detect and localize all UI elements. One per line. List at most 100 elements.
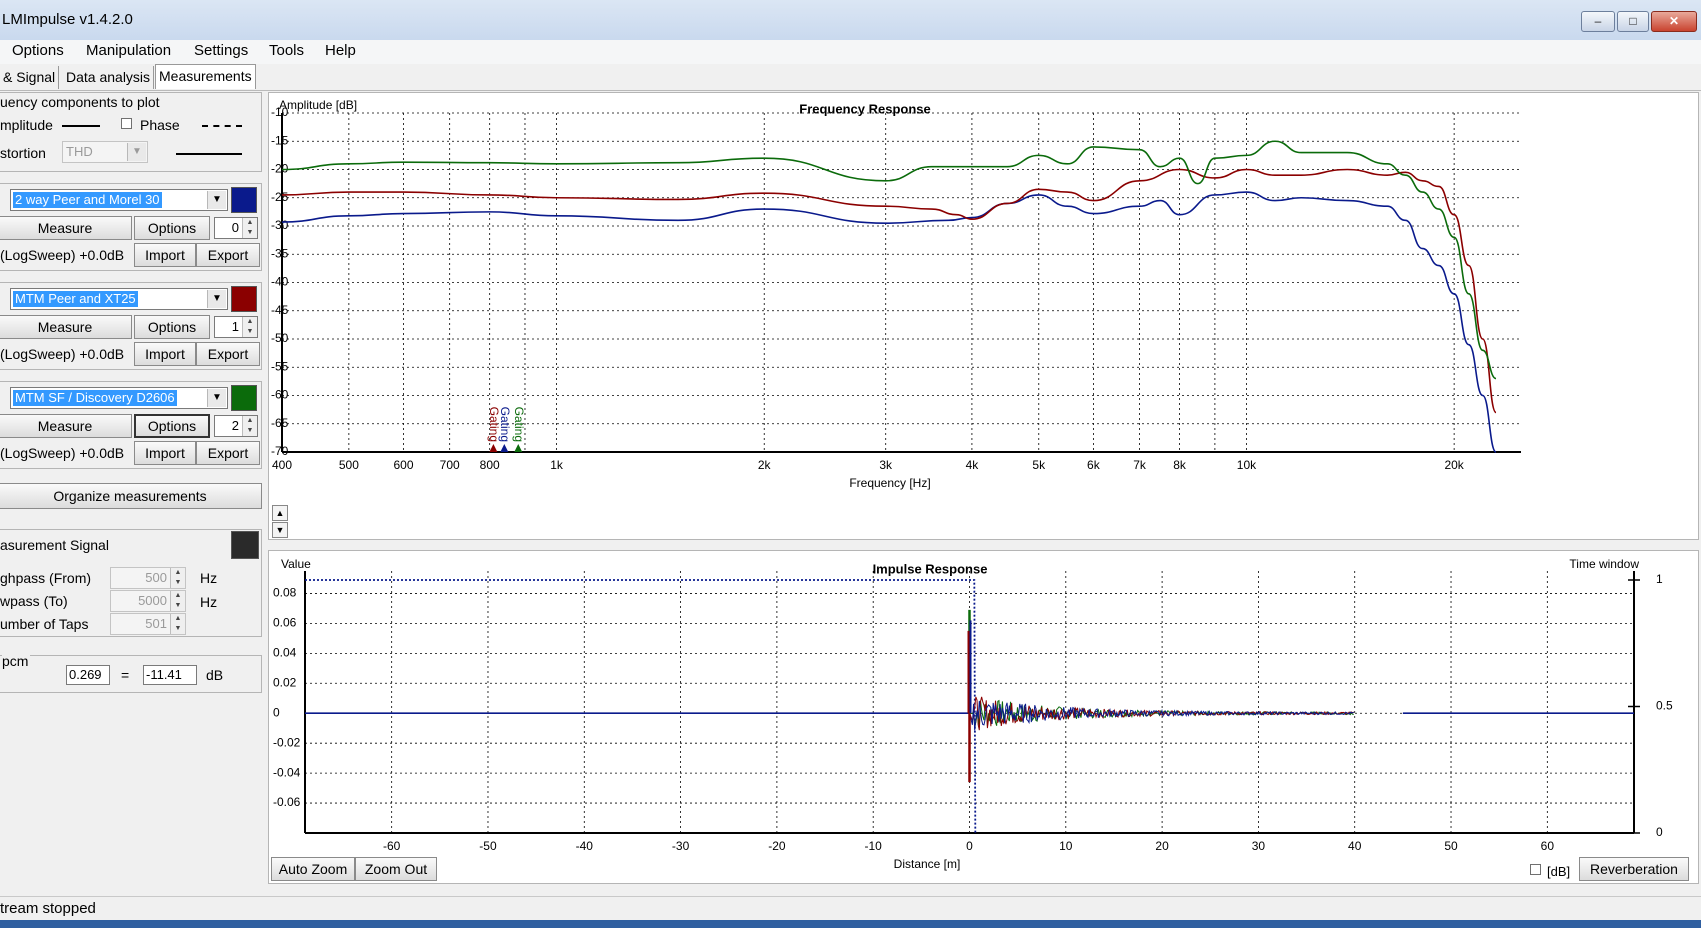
options-button-0[interactable]: Options: [134, 216, 210, 240]
index-value: 1: [231, 319, 239, 334]
ir-xtick-label: 0: [966, 839, 973, 853]
export-button-0[interactable]: Export: [196, 243, 260, 267]
frequency-response-chart[interactable]: Amplitude [dB] Frequency Response -10 -15 -2…: [269, 93, 1698, 539]
ir-ytick-label: 0.02: [273, 675, 297, 689]
measure-button-0[interactable]: Measure: [0, 216, 132, 240]
ir-ytick-label: -0.06: [273, 795, 301, 809]
ir-ylabel: Value: [281, 557, 311, 571]
measurement-select-1[interactable]: MTM Peer and XT25 ▼: [10, 288, 228, 310]
fr-xtick-label: 500: [339, 458, 359, 472]
ir-xtick-label: 50: [1444, 839, 1458, 853]
measurement-signal-panel: asurement Signal ghpass (From) 500 ▲ ▼ Hz …: [0, 529, 262, 637]
fr-xtick-label: 8k: [1173, 458, 1187, 472]
signal-color[interactable]: [231, 531, 259, 559]
tab-data-analysis[interactable]: Data analysis: [63, 66, 155, 89]
measurement-select-0[interactable]: 2 way Peer and Morel 30 ▼: [10, 189, 228, 211]
fr-xtick-label: 3k: [879, 458, 893, 472]
ir-y2tick-label: 1: [1656, 572, 1663, 586]
fr-xtick-label: 4k: [966, 458, 980, 472]
gating-label: Gating: [498, 407, 512, 442]
maximize-button[interactable]: □: [1617, 11, 1649, 32]
fr-ytick-label: -15: [271, 133, 289, 147]
ir-xtick-label: 60: [1541, 839, 1555, 853]
fr-ytick-label: -60: [271, 388, 289, 402]
organize-measurements-button[interactable]: Organize measurements: [0, 483, 262, 509]
options-button-1[interactable]: Options: [134, 315, 210, 339]
taps-input[interactable]: 501 ▲ ▼: [110, 613, 186, 635]
measure-button-2[interactable]: Measure: [0, 414, 132, 438]
ir-xtick-label: -40: [576, 839, 594, 853]
ir-ytick-label: 0: [273, 705, 280, 719]
measurement-select-2[interactable]: MTM SF / Discovery D2606 ▼: [10, 387, 228, 409]
chevron-down-icon: ▼: [207, 290, 226, 308]
fr-xtick-label: 20k: [1444, 458, 1464, 472]
ir-xtick-label: -30: [672, 839, 690, 853]
import-button-0[interactable]: Import: [134, 243, 196, 267]
db-unit-label: dB: [206, 667, 224, 683]
fr-ytick-label: -55: [271, 359, 289, 373]
menu-tools[interactable]: Tools: [265, 42, 308, 59]
export-button-2[interactable]: Export: [196, 441, 260, 465]
gating-label: Gating: [512, 407, 526, 442]
distortion-line-sample: [176, 153, 242, 155]
export-button-1[interactable]: Export: [196, 342, 260, 366]
fr-ytick-label: -10: [271, 105, 289, 119]
ir-ytick-label: 0.08: [273, 586, 297, 600]
tab-measurements[interactable]: Measurements: [155, 64, 256, 89]
reverberation-button[interactable]: Reverberation: [1579, 857, 1689, 881]
chevron-down-icon: ▼: [127, 143, 146, 161]
scroll-up-button[interactable]: ▲: [272, 505, 288, 521]
taps-label: umber of Taps: [0, 616, 89, 632]
measurement-color-1[interactable]: [231, 286, 257, 312]
measure-button-1[interactable]: Measure: [0, 315, 132, 339]
fr-series-line-2: [282, 140, 1497, 380]
phase-checkbox[interactable]: [121, 118, 132, 129]
fr-ytick-label: -65: [271, 416, 289, 430]
measurement-panel-1: MTM Peer and XT25 ▼ Measure Options 1 ▲ ▼ …: [0, 282, 262, 370]
amplitude-label: mplitude: [0, 117, 53, 133]
menu-options[interactable]: Options: [8, 42, 68, 59]
gating-marker-icon: [489, 444, 498, 452]
close-button[interactable]: ✕: [1651, 11, 1697, 32]
menu-help[interactable]: Help: [321, 42, 360, 59]
menu-manipulation[interactable]: Manipulation: [82, 42, 175, 59]
measurement-color-2[interactable]: [231, 385, 257, 411]
tab-signal[interactable]: & Signal: [0, 66, 60, 89]
db-value-field[interactable]: -11.41: [143, 665, 197, 685]
highpass-input[interactable]: 500 ▲ ▼: [110, 567, 186, 589]
level-panel: pcm 0.269 = -11.41 dB: [0, 653, 262, 693]
measurement-index-0[interactable]: 0 ▲ ▼: [214, 217, 258, 239]
menu-settings[interactable]: Settings: [190, 42, 252, 59]
gating-marker-icon: [500, 444, 509, 452]
minimize-button[interactable]: –: [1581, 11, 1615, 32]
measurement-index-1[interactable]: 1 ▲ ▼: [214, 316, 258, 338]
import-button-1[interactable]: Import: [134, 342, 196, 366]
zoom-out-button[interactable]: Zoom Out: [355, 857, 437, 881]
options-button-2[interactable]: Options: [134, 414, 210, 438]
measurement-name-1: MTM Peer and XT25: [13, 291, 138, 307]
distortion-value: THD: [66, 144, 93, 159]
measurement-index-2[interactable]: 2 ▲ ▼: [214, 415, 258, 437]
measurement-color-0[interactable]: [231, 187, 257, 213]
db-checkbox[interactable]: [1530, 864, 1541, 875]
ir-y2tick-label: 0.5: [1656, 699, 1673, 713]
fr-xtick-label: 7k: [1133, 458, 1147, 472]
fr-ytick-label: -25: [271, 190, 289, 204]
lowpass-unit: Hz: [200, 594, 218, 610]
lowpass-input[interactable]: 5000 ▲ ▼: [110, 590, 186, 612]
window-title: LMImpulse v1.4.2.0: [2, 11, 133, 28]
ir-ytick-label: 0.04: [273, 646, 297, 660]
scroll-down-button[interactable]: ▼: [272, 522, 288, 538]
distortion-select[interactable]: THD ▼: [62, 141, 148, 163]
pcm-value-field[interactable]: 0.269: [66, 665, 110, 685]
db-checkbox-label: [dB]: [1547, 864, 1571, 879]
import-button-2[interactable]: Import: [134, 441, 196, 465]
fr-series-line-0: [282, 191, 1497, 453]
impulse-response-chart[interactable]: Value Impulse Response Time window 0.08 0.06…: [269, 551, 1698, 883]
title-bar: LMImpulse v1.4.2.0 – □ ✕: [0, 0, 1701, 41]
tab-strip: & Signal Data analysis Measurements: [0, 64, 1701, 91]
auto-zoom-button[interactable]: Auto Zoom: [271, 857, 355, 881]
lowpass-value: 5000: [138, 593, 167, 608]
measurement-panel-2: MTM SF / Discovery D2606 ▼ Measure Optio…: [0, 381, 262, 469]
measurement-panel-0: 2 way Peer and Morel 30 ▼ Measure Option…: [0, 183, 262, 271]
